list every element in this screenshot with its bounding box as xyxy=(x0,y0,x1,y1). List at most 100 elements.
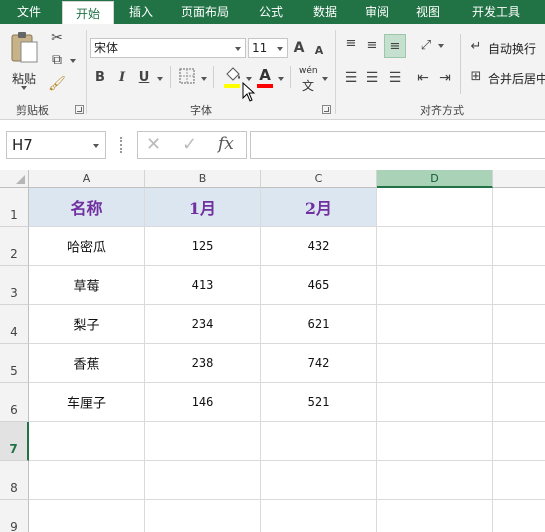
cell-a4[interactable]: 梨子 xyxy=(29,305,145,344)
tab-review[interactable]: 审阅 xyxy=(354,0,400,24)
cell-b4[interactable]: 234 xyxy=(145,305,261,344)
cell-a5[interactable]: 香蕉 xyxy=(29,344,145,383)
cell-e7[interactable] xyxy=(493,422,545,461)
select-all-button[interactable] xyxy=(0,170,29,188)
tab-insert[interactable]: 插入 xyxy=(116,0,166,24)
formula-input[interactable] xyxy=(250,131,545,159)
wrap-text-button[interactable]: ↵ 自动换行 xyxy=(468,38,545,58)
increase-indent-icon[interactable]: ⇥ xyxy=(436,70,454,86)
shrink-font-button[interactable]: A xyxy=(313,43,325,59)
align-left-icon[interactable]: ☰ xyxy=(343,70,359,86)
cell-c1[interactable]: 2月 xyxy=(261,188,377,227)
phonetic-guide-button[interactable]: wén 文 xyxy=(299,66,321,93)
cell-b2[interactable]: 125 xyxy=(145,227,261,266)
cell-d2[interactable] xyxy=(377,227,493,266)
cell-a7[interactable] xyxy=(29,422,145,461)
row-header-1[interactable]: 1 xyxy=(0,188,29,227)
row-header-7[interactable]: 7 xyxy=(0,422,29,461)
row-header-4[interactable]: 4 xyxy=(0,305,29,344)
cell-b1[interactable]: 1月 xyxy=(145,188,261,227)
cell-c3[interactable]: 465 xyxy=(261,266,377,305)
format-painter-icon[interactable]: 🖌 xyxy=(48,76,66,92)
cell-d6[interactable] xyxy=(377,383,493,422)
align-bottom-icon[interactable]: ≡ xyxy=(384,34,406,58)
cell-b5[interactable]: 238 xyxy=(145,344,261,383)
row-header-2[interactable]: 2 xyxy=(0,227,29,266)
cell-a1[interactable]: 名称 xyxy=(29,188,145,227)
cell-e5[interactable] xyxy=(493,344,545,383)
cell-d5[interactable] xyxy=(377,344,493,383)
cell-d4[interactable] xyxy=(377,305,493,344)
insert-function-button[interactable]: fx xyxy=(218,134,234,154)
cancel-icon[interactable]: ✕ xyxy=(146,134,161,155)
cell-b3[interactable]: 413 xyxy=(145,266,261,305)
align-center-icon[interactable]: ☰ xyxy=(364,70,380,86)
cell-b6[interactable]: 146 xyxy=(145,383,261,422)
column-header-d[interactable]: D xyxy=(377,170,493,188)
fill-color-button[interactable] xyxy=(222,66,244,90)
column-header-a[interactable]: A xyxy=(29,170,145,188)
font-dialog-launcher[interactable] xyxy=(322,105,331,114)
cell-e3[interactable] xyxy=(493,266,545,305)
decrease-indent-icon[interactable]: ⇤ xyxy=(414,70,432,86)
font-size-dropdown[interactable]: 11 xyxy=(248,38,288,58)
row-header-3[interactable]: 3 xyxy=(0,266,29,305)
cell-a3[interactable]: 草莓 xyxy=(29,266,145,305)
cell-d8[interactable] xyxy=(377,461,493,500)
cell-a9[interactable] xyxy=(29,500,145,532)
tab-formulas[interactable]: 公式 xyxy=(246,0,296,24)
merge-center-button[interactable]: ⊞ 合并后居中 xyxy=(468,68,545,88)
tab-home[interactable]: 开始 xyxy=(62,1,114,24)
enter-icon[interactable]: ✓ xyxy=(182,134,197,155)
font-color-button[interactable]: A xyxy=(256,66,276,90)
cell-c2[interactable]: 432 xyxy=(261,227,377,266)
paste-button[interactable]: 粘贴 xyxy=(6,30,42,90)
grow-font-button[interactable]: A xyxy=(292,40,306,56)
font-name-dropdown[interactable]: 宋体 xyxy=(90,38,246,58)
cell-a6[interactable]: 车厘子 xyxy=(29,383,145,422)
column-header-c[interactable]: C xyxy=(261,170,377,188)
align-top-icon[interactable]: ≡ xyxy=(343,36,359,52)
cell-e2[interactable] xyxy=(493,227,545,266)
orientation-icon[interactable]: ⤢ xyxy=(418,38,434,54)
cell-e8[interactable] xyxy=(493,461,545,500)
cell-e9[interactable] xyxy=(493,500,545,532)
name-box[interactable]: H7 xyxy=(6,131,106,159)
cell-c4[interactable]: 621 xyxy=(261,305,377,344)
cell-c6[interactable]: 521 xyxy=(261,383,377,422)
tab-developer[interactable]: 开发工具 xyxy=(458,0,534,24)
cell-c7[interactable] xyxy=(261,422,377,461)
column-header-e[interactable] xyxy=(493,170,545,188)
cell-d3[interactable] xyxy=(377,266,493,305)
align-right-icon[interactable]: ☰ xyxy=(387,70,403,86)
cut-icon[interactable]: ✂ xyxy=(48,30,66,46)
cell-d9[interactable] xyxy=(377,500,493,532)
cell-a2[interactable]: 哈密瓜 xyxy=(29,227,145,266)
bold-button[interactable]: B xyxy=(93,70,107,86)
cell-c5[interactable]: 742 xyxy=(261,344,377,383)
tab-data[interactable]: 数据 xyxy=(300,0,350,24)
cell-e1[interactable] xyxy=(493,188,545,227)
row-header-8[interactable]: 8 xyxy=(0,461,29,500)
row-header-5[interactable]: 5 xyxy=(0,344,29,383)
italic-button[interactable]: I xyxy=(115,70,129,86)
clipboard-dialog-launcher[interactable] xyxy=(75,105,84,114)
align-middle-icon[interactable]: ≡ xyxy=(364,38,380,54)
cell-d1[interactable] xyxy=(377,188,493,227)
tab-view[interactable]: 视图 xyxy=(405,0,451,24)
tab-file[interactable]: 文件 xyxy=(0,0,58,24)
cell-e6[interactable] xyxy=(493,383,545,422)
cell-b9[interactable] xyxy=(145,500,261,532)
borders-icon[interactable] xyxy=(178,68,196,88)
cell-b8[interactable] xyxy=(145,461,261,500)
copy-icon[interactable]: ⧉ xyxy=(48,52,66,68)
tab-page-layout[interactable]: 页面布局 xyxy=(170,0,240,24)
cell-e4[interactable] xyxy=(493,305,545,344)
cell-a8[interactable] xyxy=(29,461,145,500)
cell-b7[interactable] xyxy=(145,422,261,461)
underline-button[interactable]: U xyxy=(137,70,151,86)
row-header-9[interactable]: 9 xyxy=(0,500,29,532)
column-header-b[interactable]: B xyxy=(145,170,261,188)
cell-c9[interactable] xyxy=(261,500,377,532)
cell-d7[interactable] xyxy=(377,422,493,461)
